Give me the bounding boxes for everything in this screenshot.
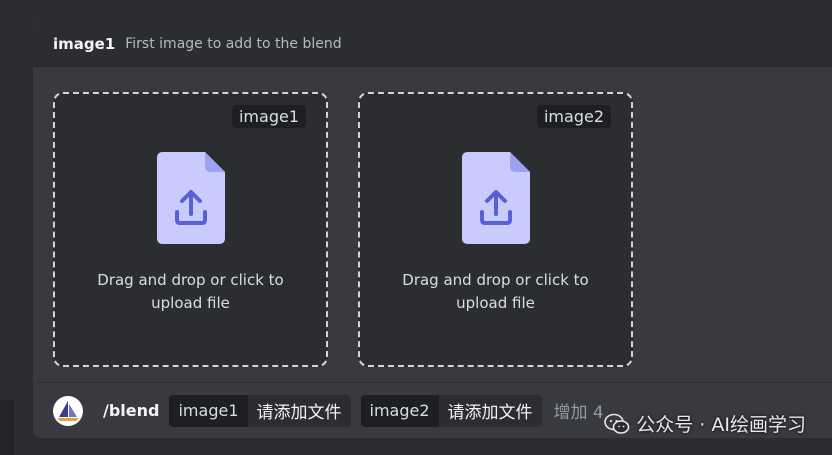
watermark-text: 公众号 · AI绘画学习 — [636, 414, 806, 436]
chip-key: image1 — [169, 394, 248, 427]
wechat-icon — [604, 413, 630, 434]
upload-file-icon — [462, 152, 530, 244]
dropzone-instructions: Drag and drop or click to upload file — [380, 269, 611, 315]
upload-file-icon — [157, 152, 225, 244]
param-name: image1 — [53, 35, 116, 53]
option-header: image1 First image to add to the blend — [33, 22, 832, 67]
upload-dropzone-image1[interactable]: image1 Drag and drop or click to upload … — [53, 92, 328, 367]
dropzone-instructions: Drag and drop or click to upload file — [75, 269, 306, 315]
option-chip-image1[interactable]: image1 请添加文件 — [169, 394, 351, 427]
sailboat-icon — [57, 400, 79, 421]
blend-options-panel: image1 First image to add to the blend i… — [33, 22, 832, 438]
bot-avatar — [53, 395, 83, 426]
watermark: 公众号 · AI绘画学习 — [604, 410, 806, 437]
dropzone-tag: image2 — [536, 105, 611, 128]
chip-value: 请添加文件 — [247, 394, 351, 427]
upload-dropzone-image2[interactable]: image2 Drag and drop or click to upload … — [358, 92, 633, 367]
chip-key: image2 — [360, 394, 439, 427]
dropzone-tag: image1 — [231, 105, 306, 128]
dropzone-line1: Drag and drop or click to — [97, 271, 284, 289]
left-gutter — [0, 0, 14, 455]
slash-command: /blend — [103, 401, 160, 420]
more-options-label[interactable]: 增加 4 — [554, 398, 604, 423]
dropzone-line1: Drag and drop or click to — [402, 271, 589, 289]
param-description: First image to add to the blend — [125, 36, 342, 52]
gutter-divider — [0, 400, 14, 455]
option-chip-image2[interactable]: image2 请添加文件 — [360, 394, 542, 427]
chip-value: 请添加文件 — [438, 394, 542, 427]
dropzone-line2: upload file — [151, 294, 230, 312]
dropzone-line2: upload file — [456, 294, 535, 312]
